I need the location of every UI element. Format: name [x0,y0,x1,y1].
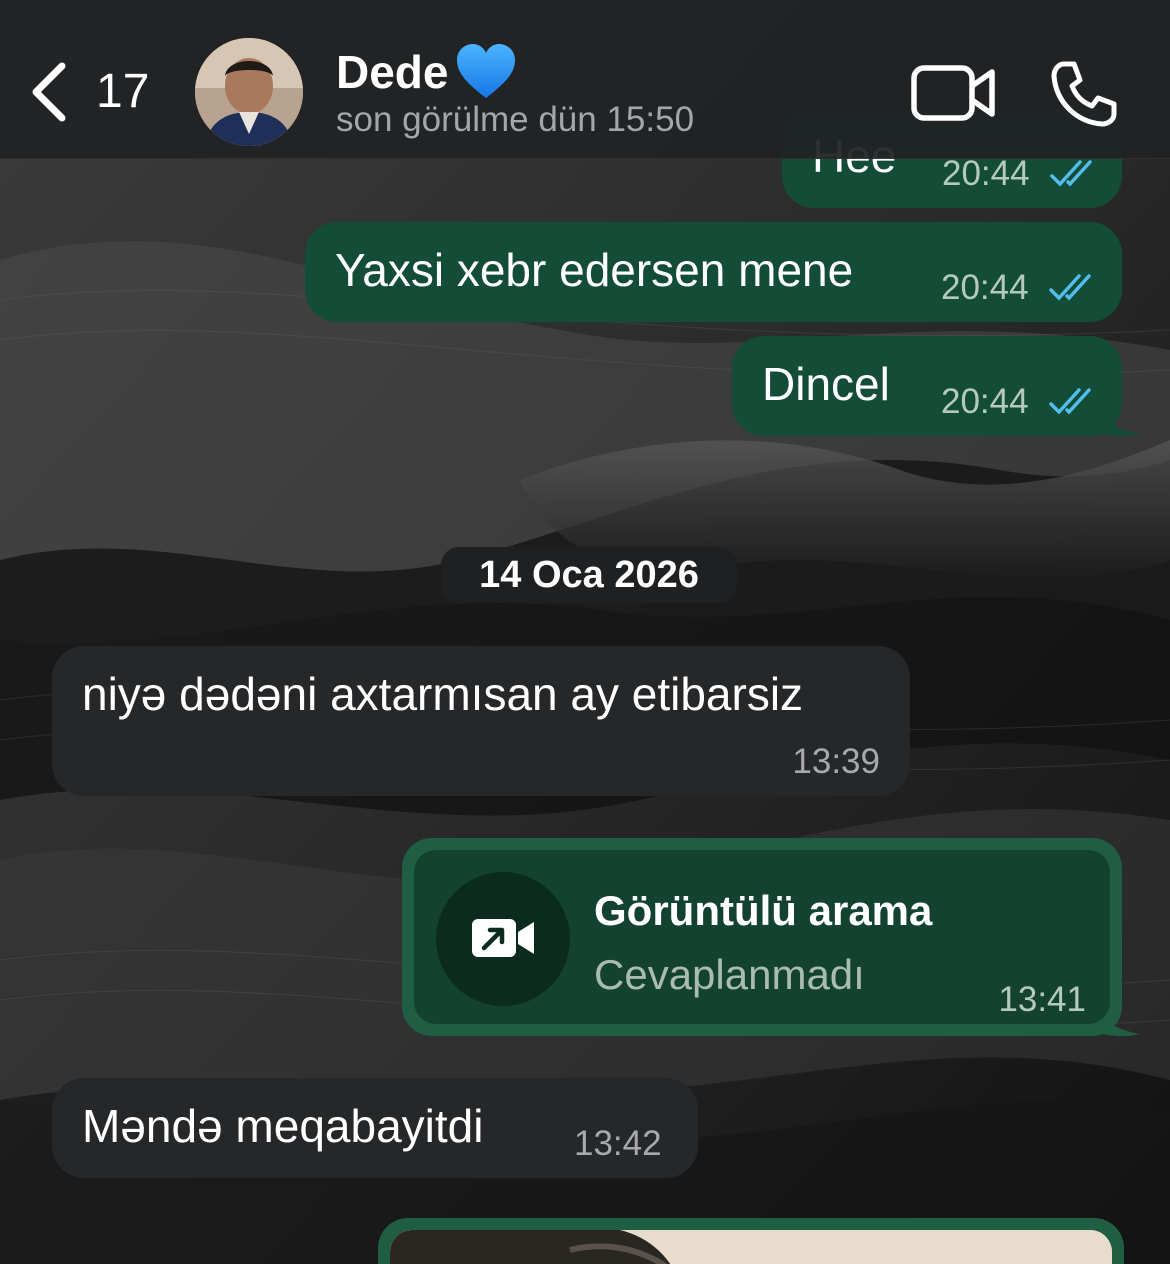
blue-heart-icon [457,44,515,98]
message-bubble-outgoing[interactable]: Yaxsi xebr edersen mene 20:44 [305,222,1122,322]
message-bubble-incoming[interactable]: niyə dədəni axtarmısan ay etibarsiz 13:3… [52,646,910,796]
call-card: Görüntülü arama Cevaplanmadı 13:41 [414,850,1110,1024]
call-status: Cevaplanmadı [594,951,865,998]
call-icon-circle [436,872,570,1006]
read-ticks-icon [1049,388,1091,415]
message-time: 20:44 [941,382,1029,421]
message-time: 20:44 [942,154,1030,193]
call-title: Görüntülü arama [594,887,933,934]
message-text: niyə dədəni axtarmısan ay etibarsiz [82,668,804,720]
last-seen-status: son görülme dün 15:50 [336,100,695,139]
message-text: Yaxsi xebr edersen mene [335,244,854,296]
message-time: 13:42 [574,1124,662,1163]
contact-name[interactable]: Dede [336,44,448,100]
missed-video-call-bubble[interactable]: Görüntülü arama Cevaplanmadı 13:41 [402,838,1122,1036]
message-bubble-incoming[interactable]: Məndə meqabayitdi 13:42 [52,1078,698,1178]
message-text: Dincel [762,358,890,410]
read-ticks-icon [1050,160,1092,187]
call-time: 13:41 [998,980,1086,1019]
image-preview[interactable] [390,1230,1112,1264]
chat-screen: 17 Dede son görülme dün 15:50 20:44 Yaxs… [0,0,1170,1264]
chat-header: 17 Dede son görülme dün 15:50 [0,0,1170,159]
phone-icon[interactable] [1048,58,1120,130]
date-separator: 14 Oca 2026 [441,547,737,603]
chevron-left-icon[interactable] [26,60,70,124]
unread-count[interactable]: 17 [96,64,149,120]
avatar[interactable] [195,38,303,146]
message-time: 13:39 [792,742,880,781]
video-call-icon[interactable] [910,62,998,124]
message-time: 20:44 [941,268,1029,307]
read-ticks-icon [1049,274,1091,301]
message-bubble-outgoing[interactable]: Dincel 20:44 [732,336,1122,436]
message-text: Məndə meqabayitdi [82,1100,484,1152]
image-message-bubble[interactable] [378,1218,1124,1264]
outgoing-video-call-icon [472,919,534,957]
